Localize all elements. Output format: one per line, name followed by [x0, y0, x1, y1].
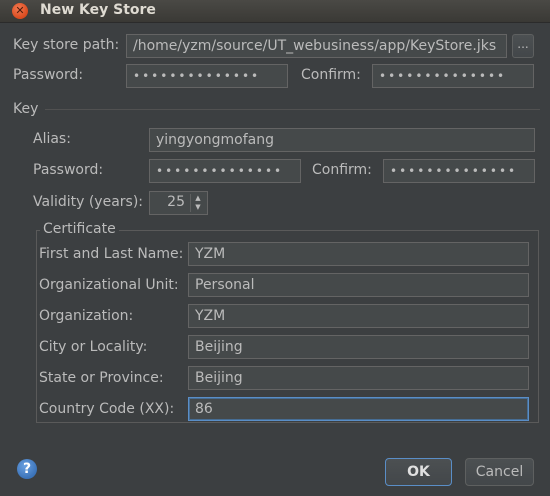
keystore-password-input[interactable]: •••••••••••••• [126, 64, 288, 88]
org-unit-label: Organizational Unit: [39, 277, 179, 293]
key-confirm-input[interactable]: •••••••••••••• [383, 159, 535, 183]
browse-button[interactable]: ... [512, 34, 534, 58]
key-password-label: Password: [33, 162, 104, 178]
chevron-down-icon[interactable]: ▼ [191, 203, 205, 212]
help-icon[interactable]: ? [17, 459, 37, 479]
key-confirm-label: Confirm: [312, 162, 372, 178]
certificate-section-label: Certificate [40, 221, 119, 237]
validity-spinner[interactable]: 25 ▲ ▼ [149, 191, 208, 215]
keystore-path-input[interactable]: /home/yzm/source/UT_webusiness/app/KeySt… [126, 34, 507, 58]
chevron-up-icon[interactable]: ▲ [191, 194, 205, 203]
country-code-input[interactable]: 86 [188, 397, 529, 421]
state-label: State or Province: [39, 370, 164, 386]
city-input[interactable]: Beijing [188, 335, 529, 359]
validity-label: Validity (years): [33, 194, 144, 210]
spinner-arrows[interactable]: ▲ ▼ [190, 194, 205, 212]
alias-input[interactable]: yingyongmofang [149, 128, 535, 152]
key-password-input[interactable]: •••••••••••••• [149, 159, 301, 183]
organization-label: Organization: [39, 308, 134, 324]
validity-value: 25 [167, 194, 185, 210]
organization-input[interactable]: YZM [188, 304, 529, 328]
keystore-path-label: Key store path: [13, 37, 120, 53]
keystore-confirm-label: Confirm: [301, 67, 361, 83]
cancel-button[interactable]: Cancel [465, 458, 534, 486]
first-last-name-label: First and Last Name: [39, 246, 184, 262]
window-title: New Key Store [40, 2, 156, 18]
keystore-confirm-input[interactable]: •••••••••••••• [372, 64, 534, 88]
org-unit-input[interactable]: Personal [188, 273, 529, 297]
close-icon[interactable]: ✕ [12, 3, 28, 19]
first-last-name-input[interactable]: YZM [188, 242, 529, 266]
state-input[interactable]: Beijing [188, 366, 529, 390]
key-section-divider [45, 109, 540, 110]
alias-label: Alias: [33, 131, 71, 147]
country-code-label: Country Code (XX): [39, 401, 175, 417]
key-section-label: Key [13, 101, 39, 117]
ok-button[interactable]: OK [385, 458, 452, 486]
keystore-password-label: Password: [13, 67, 84, 83]
city-label: City or Locality: [39, 339, 148, 355]
title-bar: ✕ New Key Store [0, 0, 550, 23]
